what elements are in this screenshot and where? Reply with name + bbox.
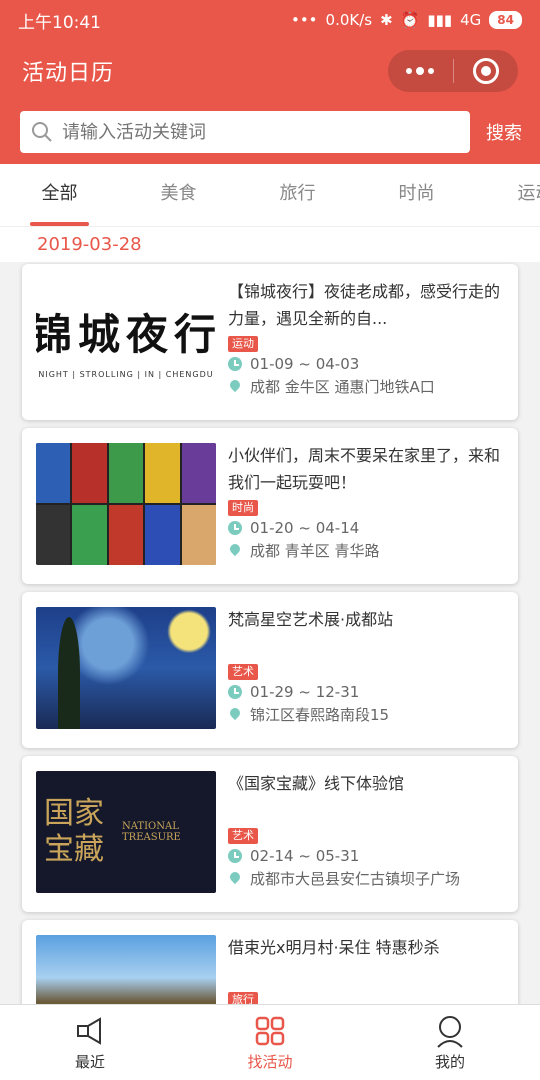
tab-fashion[interactable]: 时尚 [357, 164, 476, 226]
clock-icon [228, 848, 242, 863]
location-text: 锦江区春熙路南段15 [250, 706, 390, 724]
nav-label: 最近 [74, 1053, 105, 1071]
tab-sports[interactable]: 运动 [476, 164, 540, 226]
event-location: 锦江区春熙路南段15 [228, 703, 504, 726]
bottom-nav: 最近 找活动 我的 [0, 1004, 540, 1080]
network-speed: 0.0K/s [325, 11, 373, 29]
nav-mine[interactable]: 我的 [360, 1005, 540, 1080]
clock-icon [228, 520, 242, 535]
status-time: 上午10:41 [18, 12, 101, 33]
nav-label: 我的 [434, 1053, 465, 1071]
network-type: 4G [460, 11, 482, 29]
location-pin-icon [228, 380, 242, 394]
target-icon [472, 58, 499, 84]
event-image: 锦城夜行 NIGHT | STROLLING | IN | CHENGDU [36, 279, 216, 401]
tab-all[interactable]: 全部 [0, 164, 119, 226]
signal-icon: ▮▮▮ [427, 11, 453, 29]
tab-food[interactable]: 美食 [119, 164, 238, 226]
event-title: 借束光x明月村·呆住 特惠秒杀 [228, 938, 440, 957]
event-info: 《国家宝藏》线下体验馆 艺术 02-14 ~ 05-31 成都市大邑县安仁古镇坝… [228, 770, 504, 898]
event-location: 成都 青羊区 青华路 [228, 539, 504, 562]
event-dates: 01-20 ~ 04-14 [228, 516, 504, 539]
clock-icon [228, 356, 242, 371]
nav-label: 找活动 [247, 1053, 293, 1071]
event-list: 锦城夜行 NIGHT | STROLLING | IN | CHENGDU 【锦… [0, 264, 540, 1076]
date-range: 01-09 ~ 04-03 [250, 354, 360, 373]
image-caption: NATIONAL TREASURE [122, 821, 181, 843]
date-range: 01-20 ~ 04-14 [250, 518, 360, 537]
clock-icon [228, 684, 242, 699]
location-pin-icon [228, 544, 242, 558]
nav-recent[interactable]: 最近 [0, 1005, 180, 1080]
event-card[interactable]: 梵高星空艺术展·成都站 艺术 01-29 ~ 12-31 锦江区春熙路南段15 [22, 592, 518, 748]
close-miniprogram-button[interactable] [454, 50, 519, 92]
category-tag: 艺术 [228, 828, 258, 844]
nav-find-events[interactable]: 找活动 [180, 1005, 360, 1080]
event-title: 《国家宝藏》线下体验馆 [228, 774, 405, 793]
event-dates: 01-29 ~ 12-31 [228, 680, 504, 703]
event-title: 小伙伴们，周末不要呆在家里了，来和我们一起玩耍吧！ [228, 446, 501, 492]
category-tag: 运动 [228, 336, 258, 352]
event-info: 【锦城夜行】夜徒老成都，感受行走的力量，遇见全新的自... 运动 01-09 ~… [228, 278, 504, 406]
alarm-icon: ⏰ [400, 11, 420, 29]
date-range: 01-29 ~ 12-31 [250, 682, 360, 701]
search-icon [32, 122, 52, 142]
bluetooth-icon: ✱ [380, 11, 393, 29]
search-button[interactable]: 搜索 [486, 119, 522, 145]
more-icon [406, 67, 435, 75]
search-input[interactable] [62, 121, 470, 143]
title-bar: 活动日历 [0, 40, 540, 102]
event-card[interactable]: 锦城夜行 NIGHT | STROLLING | IN | CHENGDU 【锦… [22, 264, 518, 420]
status-right: ••• 0.0K/s ✱ ⏰ ▮▮▮ 4G 84 [291, 11, 522, 29]
battery-indicator: 84 [489, 11, 522, 29]
date-range: 02-14 ~ 05-31 [250, 846, 360, 865]
event-image: 国家宝藏 NATIONAL TREASURE [36, 771, 216, 893]
date-header: 2019-03-28 [0, 226, 540, 262]
event-title: 梵高星空艺术展·成都站 [228, 610, 394, 629]
event-image [36, 443, 216, 565]
more-button[interactable] [388, 50, 453, 92]
status-bar: 上午10:41 ••• 0.0K/s ✱ ⏰ ▮▮▮ 4G 84 [0, 0, 540, 40]
event-location: 成都市大邑县安仁古镇坝子广场 [228, 867, 504, 890]
event-location: 成都 金牛区 通惠门地铁A口 [228, 375, 504, 398]
event-title: 【锦城夜行】夜徒老成都，感受行走的力量，遇见全新的自... [228, 282, 501, 328]
page-title: 活动日历 [22, 61, 115, 86]
image-calligraphy: 国家宝藏 [44, 796, 104, 867]
category-tabs: 全部 美食 旅行 时尚 运动 [0, 164, 540, 226]
grid-icon [255, 1016, 285, 1046]
event-dates: 01-09 ~ 04-03 [228, 352, 504, 375]
app-header: 上午10:41 ••• 0.0K/s ✱ ⏰ ▮▮▮ 4G 84 活动日历 搜索 [0, 0, 540, 164]
event-card[interactable]: 小伙伴们，周末不要呆在家里了，来和我们一起玩耍吧！ 时尚 01-20 ~ 04-… [22, 428, 518, 584]
location-text: 成都市大邑县安仁古镇坝子广场 [250, 870, 461, 888]
category-tag: 艺术 [228, 664, 258, 680]
megaphone-icon [77, 1017, 101, 1045]
tab-travel[interactable]: 旅行 [238, 164, 357, 226]
image-caption: NIGHT | STROLLING | IN | CHENGDU [38, 370, 214, 379]
status-dots: ••• [290, 11, 318, 29]
user-icon [437, 1016, 463, 1048]
image-calligraphy: 锦城夜行 [36, 310, 216, 359]
category-tag: 时尚 [228, 500, 258, 516]
search-row: 搜索 [0, 102, 540, 162]
location-text: 成都 青羊区 青华路 [250, 542, 380, 560]
location-pin-icon [228, 708, 242, 722]
event-info: 梵高星空艺术展·成都站 艺术 01-29 ~ 12-31 锦江区春熙路南段15 [228, 606, 504, 734]
miniprogram-capsule [388, 50, 518, 92]
event-card[interactable]: 国家宝藏 NATIONAL TREASURE 《国家宝藏》线下体验馆 艺术 02… [22, 756, 518, 912]
event-info: 小伙伴们，周末不要呆在家里了，来和我们一起玩耍吧！ 时尚 01-20 ~ 04-… [228, 442, 504, 570]
location-text: 成都 金牛区 通惠门地铁A口 [250, 378, 435, 396]
event-image [36, 607, 216, 729]
location-pin-icon [228, 872, 242, 886]
event-dates: 02-14 ~ 05-31 [228, 844, 504, 867]
search-box [20, 111, 470, 153]
